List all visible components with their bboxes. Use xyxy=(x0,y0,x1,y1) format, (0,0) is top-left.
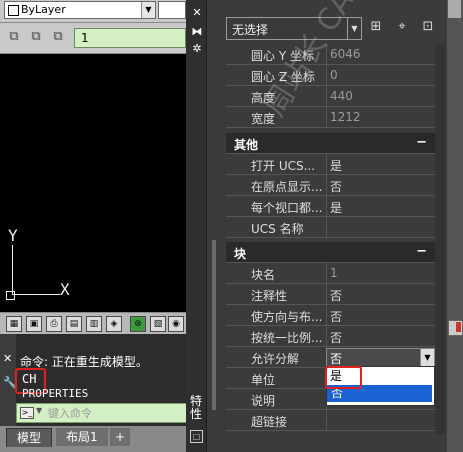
new-icon[interactable]: ▦ xyxy=(6,316,22,332)
chevron-down-icon[interactable]: ▼ xyxy=(36,406,42,415)
palette-title: 特性 xyxy=(189,394,202,421)
property-row[interactable]: 注释性否 xyxy=(226,284,435,305)
property-row[interactable]: 使方向与布... 否 xyxy=(226,305,435,326)
chevron-down-icon[interactable]: ▼ xyxy=(141,2,155,18)
layer-icon[interactable]: ▧ xyxy=(150,316,166,332)
property-row[interactable]: UCS 名称 xyxy=(226,217,435,238)
command-echo-text: PROPERTIES xyxy=(22,387,89,400)
match-icon[interactable]: ◈ xyxy=(106,316,122,332)
publish-icon[interactable]: ▥ xyxy=(86,316,102,332)
lineweight-select[interactable] xyxy=(158,1,186,19)
property-row[interactable]: 宽度 1212 xyxy=(226,107,435,128)
preview-icon[interactable]: ▤ xyxy=(66,316,82,332)
property-row[interactable]: 圆心 Z 坐标 0 xyxy=(226,65,435,86)
status-toolbar: ▦ ▣ ⎙ ▤ ▥ ◈ ⊗ ▧ ◉ xyxy=(0,312,186,335)
property-row[interactable]: 打开 UCS... 是 xyxy=(226,154,435,175)
pin-icon[interactable]: ⧓ xyxy=(190,25,204,38)
tool-icon[interactable]: ◉ xyxy=(168,316,184,332)
scroll-arrow-icon[interactable] xyxy=(448,0,461,18)
add-layout-button[interactable]: + xyxy=(110,428,131,446)
ucs-y-label: Y xyxy=(8,226,18,245)
category-block[interactable]: 块 − xyxy=(226,242,435,263)
property-toolbar: ByLayer ▼ xyxy=(0,0,186,23)
collapse-icon[interactable]: − xyxy=(416,244,427,259)
quick-select-icon[interactable]: ⊞ xyxy=(368,19,384,35)
property-row[interactable]: 按统一比例... 否 xyxy=(226,326,435,347)
plot-icon[interactable]: ⎙ xyxy=(46,316,62,332)
palette-title-strip[interactable] xyxy=(186,0,207,452)
explode-dropdown[interactable]: 否 ▼ xyxy=(326,348,435,367)
property-row[interactable]: 超链接 xyxy=(226,410,435,431)
drawing-canvas[interactable] xyxy=(0,54,186,310)
linetype-select[interactable]: ByLayer ▼ xyxy=(4,1,156,19)
close-icon[interactable]: ✕ xyxy=(3,352,12,365)
ucs-origin-box xyxy=(6,291,15,300)
layer-previous-icon[interactable]: ⧉ xyxy=(50,29,66,45)
tab-model[interactable]: 模型 xyxy=(6,428,53,447)
ucs-x-axis xyxy=(12,294,60,295)
property-row[interactable]: 每个视口都... 是 xyxy=(226,196,435,217)
right-edge-strip xyxy=(446,0,463,452)
save-icon[interactable]: ▣ xyxy=(26,316,42,332)
ucs-x-label: X xyxy=(60,280,70,299)
color-swatch xyxy=(8,5,19,16)
grid-indent-bar xyxy=(212,240,216,410)
layer-toolbar: ⧉ ⧉ ⧉ 1 xyxy=(0,23,186,54)
select-objects-icon[interactable]: ⌖ xyxy=(394,19,410,35)
command-prompt-icon[interactable]: >_ xyxy=(20,407,34,419)
collapse-icon[interactable]: − xyxy=(416,135,427,150)
property-row[interactable]: 块名 1 xyxy=(226,263,435,284)
property-row[interactable]: 在原点显示... 否 xyxy=(226,175,435,196)
layer-state-icon[interactable]: ⧉ xyxy=(28,29,44,45)
pickadd-icon[interactable]: ⊡ xyxy=(420,19,436,35)
command-input[interactable]: 键入命令 xyxy=(48,405,92,421)
settings-icon[interactable]: ✲ xyxy=(190,42,204,55)
palette-menu-icon[interactable]: □ xyxy=(190,430,203,443)
annotation-highlight-yes xyxy=(325,366,362,389)
category-misc[interactable]: 其他 − xyxy=(226,133,435,154)
ucs-y-axis xyxy=(12,245,13,295)
layout-tab-bar: 模型 布局1 + xyxy=(0,426,186,452)
green-circle-icon[interactable]: ⊗ xyxy=(130,316,146,332)
current-layer-combo[interactable]: 1 xyxy=(74,28,186,48)
toolbar-red-mark xyxy=(456,322,461,332)
tab-layout1[interactable]: 布局1 xyxy=(56,428,108,446)
layer-properties-icon[interactable]: ⧉ xyxy=(6,29,22,45)
chevron-down-icon[interactable]: ▼ xyxy=(420,349,434,366)
palette-scrollbar[interactable] xyxy=(435,44,445,434)
close-icon[interactable]: ✕ xyxy=(190,6,204,19)
